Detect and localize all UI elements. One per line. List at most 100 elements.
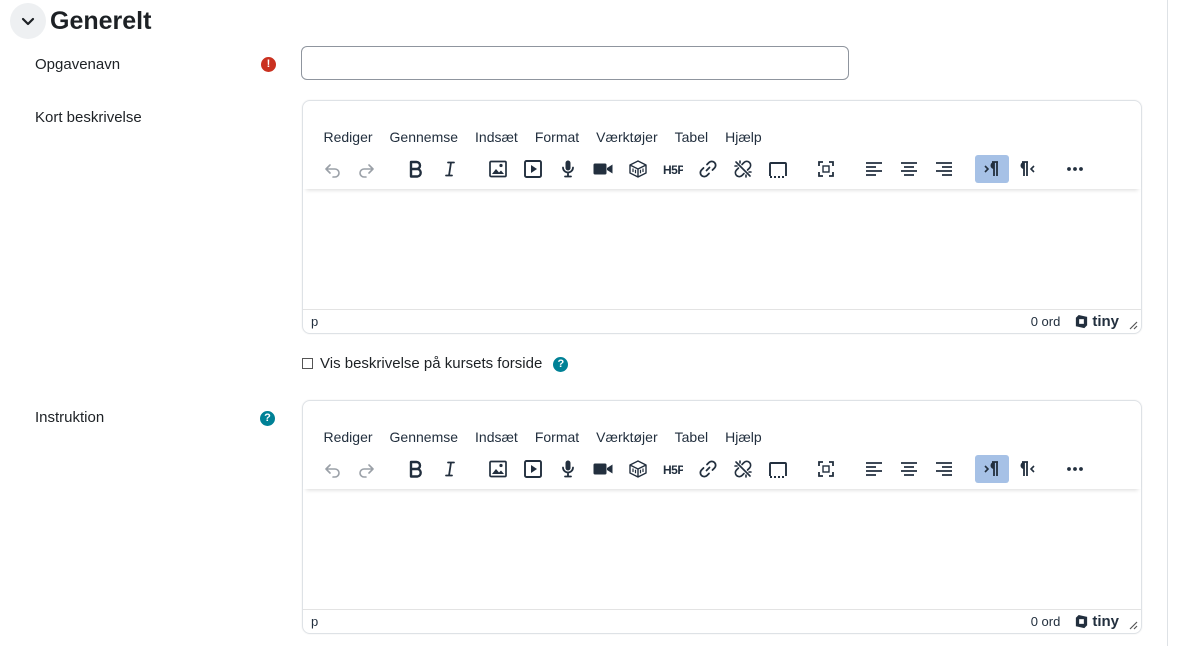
menu-gennemse[interactable]: Gennemse xyxy=(381,125,466,149)
menu-format[interactable]: Format xyxy=(526,425,587,449)
image-button[interactable] xyxy=(481,455,515,483)
align-left-button[interactable] xyxy=(857,155,891,183)
tiny-brand-text: tiny xyxy=(1092,313,1119,330)
rtl-button[interactable] xyxy=(1010,455,1044,483)
embed-button[interactable] xyxy=(621,455,655,483)
h5p-icon: H5P xyxy=(663,163,683,177)
menu-hjælp[interactable]: Hjælp xyxy=(717,125,771,149)
help-icon[interactable]: ? xyxy=(553,357,569,372)
redo-button[interactable] xyxy=(350,155,384,183)
no-autolink-button[interactable] xyxy=(761,155,795,183)
record-video-button[interactable] xyxy=(586,455,620,483)
resize-handle-icon[interactable] xyxy=(1128,320,1138,330)
tiny-logo[interactable]: tiny xyxy=(1074,313,1119,330)
menu-rediger[interactable]: Rediger xyxy=(315,125,381,149)
h5p-button[interactable]: H5P xyxy=(656,455,690,483)
link-button[interactable] xyxy=(691,155,725,183)
exclamation-icon: ! xyxy=(261,57,276,72)
menu-gennemse[interactable]: Gennemse xyxy=(381,425,466,449)
undo-icon xyxy=(325,164,340,178)
embed-icon xyxy=(629,160,647,178)
undo-button[interactable] xyxy=(315,155,349,183)
record-audio-button[interactable] xyxy=(551,455,585,483)
menu-format[interactable]: Format xyxy=(526,125,587,149)
instruction-editor: Rediger Gennemse Indsæt Format Værktøjer Tabe… xyxy=(302,400,1142,634)
editor-statusbar: p0 ord tiny xyxy=(303,309,1141,333)
bold-button[interactable] xyxy=(398,155,432,183)
h5p-icon: H5P xyxy=(663,463,683,477)
image-icon xyxy=(489,160,507,178)
rtl-button[interactable] xyxy=(1010,155,1044,183)
no-autolink-button[interactable] xyxy=(761,455,795,483)
menu-tabel[interactable]: Tabel xyxy=(666,425,716,449)
more-button[interactable] xyxy=(1058,455,1092,483)
ltr-button[interactable] xyxy=(975,455,1009,483)
image-button[interactable] xyxy=(481,155,515,183)
italic-button[interactable] xyxy=(433,455,467,483)
align-left-icon xyxy=(866,162,882,176)
no-autolink-icon xyxy=(769,162,787,178)
menu-indsæt[interactable]: Indsæt xyxy=(467,425,527,449)
fullscreen-button[interactable] xyxy=(809,155,843,183)
menu-rediger[interactable]: Rediger xyxy=(315,425,381,449)
link-button[interactable] xyxy=(691,455,725,483)
section-header: Generelt xyxy=(10,3,151,39)
menu-værktøjer[interactable]: Værktøjer xyxy=(588,425,666,449)
fullscreen-button[interactable] xyxy=(809,455,843,483)
menu-værktøjer[interactable]: Værktøjer xyxy=(588,125,666,149)
media-button[interactable] xyxy=(516,155,550,183)
record-audio-icon xyxy=(562,160,574,178)
element-path[interactable]: p xyxy=(311,614,1031,629)
show-description-label[interactable]: Vis beskrivelse på kursets forside xyxy=(320,355,542,372)
ltr-button[interactable] xyxy=(975,155,1009,183)
embed-icon xyxy=(629,460,647,478)
more-icon xyxy=(1067,167,1083,171)
align-right-button[interactable] xyxy=(927,455,961,483)
align-left-icon xyxy=(866,462,882,476)
bold-icon xyxy=(409,460,422,478)
svg-text:H5P: H5P xyxy=(663,463,683,477)
name-input[interactable] xyxy=(301,46,849,80)
record-audio-button[interactable] xyxy=(551,155,585,183)
menu-tabel[interactable]: Tabel xyxy=(666,125,716,149)
menu-indsæt[interactable]: Indsæt xyxy=(467,125,527,149)
media-icon xyxy=(524,160,542,178)
more-button[interactable] xyxy=(1058,155,1092,183)
align-center-icon xyxy=(901,462,917,476)
align-right-button[interactable] xyxy=(927,155,961,183)
align-center-button[interactable] xyxy=(892,155,926,183)
h5p-button[interactable]: H5P xyxy=(656,155,690,183)
word-count[interactable]: 0 ord xyxy=(1031,614,1061,629)
bold-button[interactable] xyxy=(398,455,432,483)
editor-content-area[interactable] xyxy=(303,489,1141,609)
help-icon[interactable]: ? xyxy=(260,411,275,426)
italic-button[interactable] xyxy=(433,155,467,183)
element-path[interactable]: p xyxy=(311,314,1031,329)
italic-icon xyxy=(445,461,455,477)
undo-button[interactable] xyxy=(315,455,349,483)
instruction-label: Instruktion xyxy=(35,409,105,426)
align-right-icon xyxy=(936,162,952,176)
fullscreen-icon xyxy=(818,161,834,177)
show-description-checkbox[interactable] xyxy=(302,358,313,369)
word-count[interactable]: 0 ord xyxy=(1031,314,1061,329)
record-video-button[interactable] xyxy=(586,155,620,183)
align-left-button[interactable] xyxy=(857,455,891,483)
record-video-icon xyxy=(593,463,613,475)
media-button[interactable] xyxy=(516,455,550,483)
resize-handle-icon[interactable] xyxy=(1128,620,1138,630)
link-icon xyxy=(699,460,717,478)
redo-button[interactable] xyxy=(350,455,384,483)
tiny-logo[interactable]: tiny xyxy=(1074,613,1119,630)
unlink-button[interactable] xyxy=(726,455,760,483)
menu-hjælp[interactable]: Hjælp xyxy=(717,425,771,449)
unlink-button[interactable] xyxy=(726,155,760,183)
editor-toolbar: H5P xyxy=(303,449,1141,489)
tiny-brand-icon xyxy=(1076,314,1088,329)
editor-menubar: Rediger Gennemse Indsæt Format Værktøjer Tabe… xyxy=(303,101,1141,149)
unlink-icon xyxy=(734,460,752,478)
collapse-toggle[interactable] xyxy=(10,3,46,39)
embed-button[interactable] xyxy=(621,155,655,183)
align-center-button[interactable] xyxy=(892,455,926,483)
editor-content-area[interactable] xyxy=(303,189,1141,309)
